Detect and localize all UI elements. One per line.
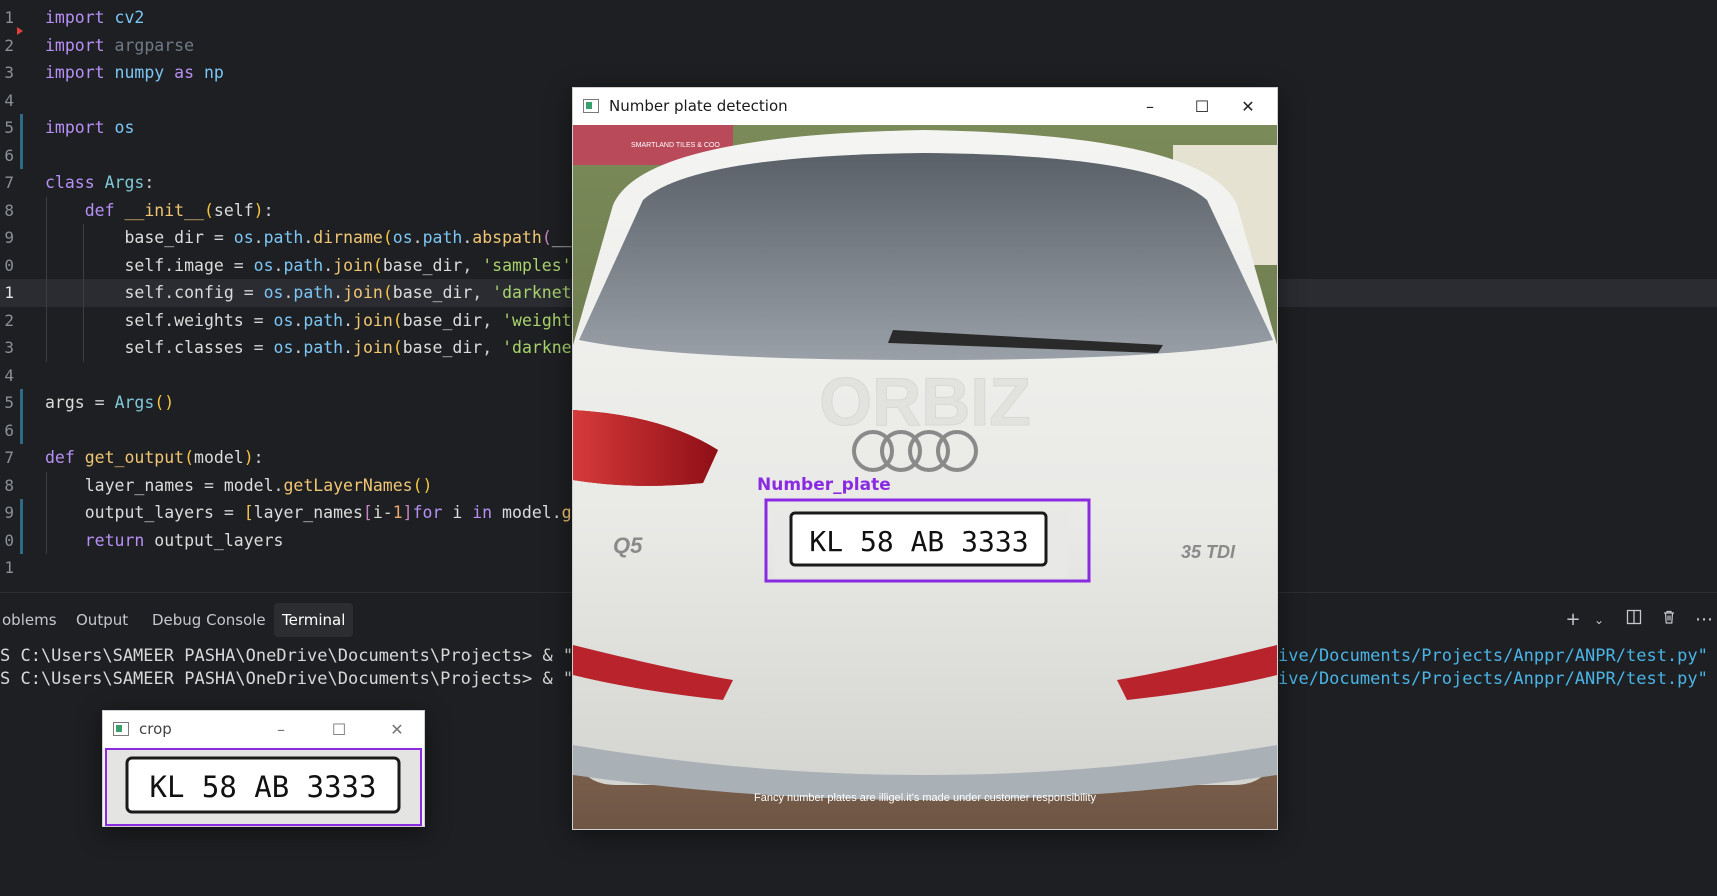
code-text: layer_names = model.getLayerNames(): [84, 475, 433, 495]
indent-guide: [46, 196, 47, 362]
terminal-line-tail: ive/Documents/Projects/Anppr/ANPR/test.p…: [1278, 646, 1708, 666]
minimize-button[interactable]: –: [1127, 88, 1173, 125]
code-text: def get_output(model):: [45, 448, 264, 467]
detection-label: Number_plate: [757, 475, 891, 495]
code-text: return output_layers: [84, 530, 284, 550]
plate-text: KL 58 AB 3333: [809, 525, 1028, 558]
tab-output[interactable]: Output: [68, 603, 136, 637]
git-change-bar: [20, 499, 23, 554]
minimize-button[interactable]: –: [258, 711, 304, 748]
window-title: Number plate detection: [609, 97, 788, 115]
breakpoint-marker: [17, 27, 23, 35]
code-text: self.config = os.path.join(base_dir, 'da…: [124, 283, 582, 302]
q5-badge: Q5: [613, 533, 643, 558]
line-number: 0: [4, 255, 14, 275]
opencv-window-icon: [583, 99, 599, 113]
code-text: class Args:: [45, 173, 155, 192]
line-number: 7: [4, 173, 14, 192]
code-text: import numpy as np: [45, 63, 224, 82]
line-number: 3: [4, 63, 14, 82]
code-text: import os: [45, 118, 135, 137]
line-number: 4: [4, 90, 14, 110]
window-title: crop: [139, 720, 172, 738]
tab-debug-console[interactable]: Debug Console: [144, 603, 274, 637]
code-line[interactable]: 3 import numpy as np: [0, 59, 1717, 87]
git-change-bar: [20, 114, 23, 169]
window-titlebar[interactable]: crop – ☐ ✕: [103, 711, 424, 748]
add-terminal-icon[interactable]: +: [1562, 609, 1584, 631]
maximize-button[interactable]: ☐: [1179, 88, 1225, 125]
code-text: self.weights = os.path.join(base_dir, 'w…: [124, 310, 582, 330]
line-number: 6: [4, 145, 14, 165]
line-number: 7: [4, 448, 14, 467]
line-number: 2: [4, 35, 14, 55]
more-actions-icon[interactable]: ⋯: [1693, 609, 1715, 631]
window-titlebar[interactable]: Number plate detection – ☐ ✕: [573, 88, 1277, 125]
line-number: 8: [4, 200, 14, 220]
shop-sign-text: SMARTLAND TILES & COO: [631, 142, 720, 149]
terminal-line: S C:\Users\SAMEER PASHA\OneDrive\Documen…: [0, 669, 584, 689]
number-plate-detection-window[interactable]: Number plate detection – ☐ ✕ SMARTLAND T…: [572, 87, 1278, 830]
code-text: base_dir = os.path.dirname(os.path.abspa…: [124, 228, 582, 247]
line-number: 6: [4, 420, 14, 440]
terminal-line: S C:\Users\SAMEER PASHA\OneDrive\Documen…: [0, 646, 584, 666]
line-number: 1: [4, 283, 14, 302]
code-text: output_layers = [layer_names[i-1]for i i…: [84, 503, 582, 522]
code-line[interactable]: 1 import cv2: [0, 4, 1717, 32]
code-text: args = Args(): [45, 393, 175, 412]
watermark-text: ORBIZ: [819, 364, 1031, 440]
trash-icon[interactable]: [1658, 609, 1680, 631]
opencv-window-icon: [113, 722, 129, 736]
code-text: self.image = os.path.join(base_dir, 'sam…: [124, 255, 581, 275]
code-line[interactable]: 2 import argparse: [0, 32, 1717, 60]
split-terminal-icon[interactable]: [1623, 609, 1645, 631]
crop-window[interactable]: crop – ☐ ✕ KL 58 AB 3333: [102, 710, 425, 827]
line-number: 2: [4, 310, 14, 330]
code-text: import argparse: [45, 35, 195, 55]
crop-image: KL 58 AB 3333: [105, 748, 422, 826]
tdi-badge: 35 TDI: [1181, 542, 1236, 562]
line-number: 0: [4, 530, 14, 550]
detection-image: SMARTLAND TILES & COO ORBIZ Q5 35 TDI KL…: [573, 125, 1277, 829]
maximize-button[interactable]: ☐: [316, 711, 362, 748]
line-number: 9: [4, 503, 14, 522]
git-change-bar: [20, 389, 23, 444]
line-number: 5: [4, 393, 14, 412]
indent-guide: [46, 471, 47, 554]
code-text: import cv2: [45, 8, 145, 27]
indent-guide: [83, 224, 84, 362]
chevron-down-icon[interactable]: ⌄: [1588, 609, 1610, 631]
line-number: 8: [4, 475, 14, 495]
line-number: 5: [4, 118, 14, 137]
close-button[interactable]: ✕: [374, 711, 420, 748]
caption-text: Fancy number plates are illigel.it's mad…: [754, 792, 1097, 804]
line-number: 1: [4, 558, 14, 577]
line-number: 9: [4, 228, 14, 247]
terminal-line-tail: ive/Documents/Projects/Anppr/ANPR/test.p…: [1278, 669, 1708, 689]
rear-window-shape: [579, 153, 1273, 360]
close-button[interactable]: ✕: [1225, 88, 1271, 125]
code-text: def __init__(self):: [84, 200, 274, 220]
line-number: 1: [4, 8, 14, 27]
cropped-plate-text: KL 58 AB 3333: [150, 770, 377, 804]
code-text: self.classes = os.path.join(base_dir, 'd…: [124, 338, 582, 357]
tab-terminal[interactable]: Terminal: [274, 603, 354, 637]
line-number: 3: [4, 338, 14, 357]
line-number: 4: [4, 365, 14, 385]
tab-problems[interactable]: oblems: [0, 603, 65, 637]
